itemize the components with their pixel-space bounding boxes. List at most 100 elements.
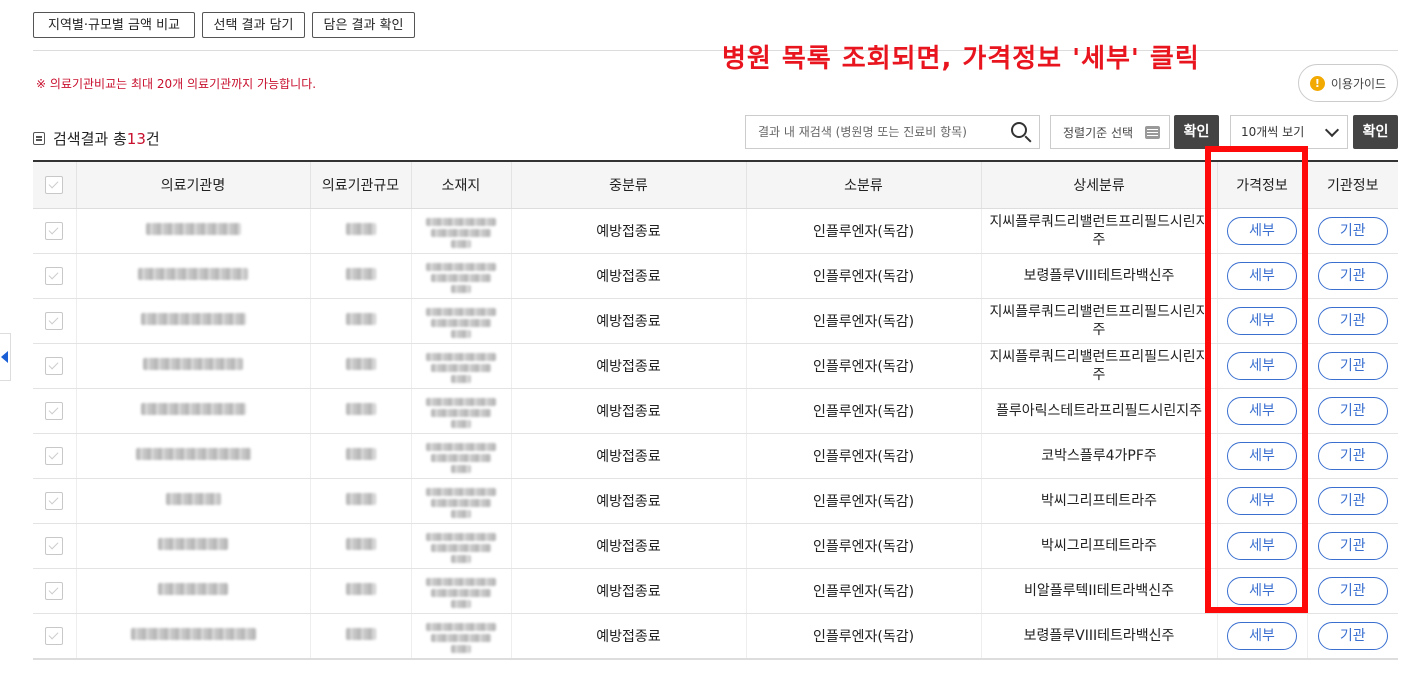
org-info-button[interactable]: 기관 — [1317, 217, 1388, 245]
hospital-size-redacted — [309, 253, 411, 299]
redacted-text — [345, 448, 376, 460]
row-checkbox[interactable] — [45, 627, 64, 645]
redacted-text — [145, 223, 241, 235]
row-checkbox[interactable] — [45, 312, 64, 330]
table-row: 예방접종료 인플루엔자(독감) 비알플루텍II테트라백신주 세부 기관 — [33, 568, 1398, 614]
price-detail-button[interactable]: 세부 — [1227, 532, 1297, 560]
hospital-name-redacted — [75, 568, 310, 614]
sort-confirm-button[interactable]: 확인 — [1174, 115, 1219, 149]
mid-category-cell: 예방접종료 — [510, 208, 746, 254]
hospital-name-redacted — [75, 478, 310, 524]
org-info-button[interactable]: 기관 — [1317, 307, 1388, 335]
location-redacted — [410, 298, 511, 344]
result-summary: 검색결과 총13건 — [33, 128, 160, 149]
location-redacted — [410, 613, 511, 660]
sub-category-cell: 인플루엔자(독감) — [745, 433, 981, 479]
result-prefix: 검색결과 총 — [53, 130, 127, 148]
row-checkbox[interactable] — [45, 357, 64, 375]
price-detail-button[interactable]: 세부 — [1227, 397, 1297, 425]
price-detail-button[interactable]: 세부 — [1227, 352, 1297, 380]
table-row: 예방접종료 인플루엔자(독감) 플루아릭스테트라프리필드시린지주 세부 기관 — [33, 388, 1398, 434]
redacted-text — [140, 403, 246, 415]
row-checkbox[interactable] — [45, 492, 64, 510]
redacted-text — [140, 313, 246, 325]
price-detail-button[interactable]: 세부 — [1227, 262, 1297, 290]
location-redacted — [410, 388, 511, 434]
page-size-confirm-button[interactable]: 확인 — [1353, 115, 1398, 149]
view-saved-button[interactable]: 담은 결과 확인 — [312, 12, 415, 38]
price-detail-button[interactable]: 세부 — [1227, 442, 1297, 470]
price-info-cell: 세부 — [1216, 523, 1307, 569]
redacted-text — [158, 538, 228, 550]
search-box — [745, 115, 1040, 149]
annotation-text: 병원 목록 조회되면, 가격정보 '세부' 클릭 — [722, 44, 1200, 74]
guide-button[interactable]: ! 이용가이드 — [1298, 64, 1398, 102]
hospital-name-redacted — [75, 388, 310, 434]
table-header-row: 의료기관명 의료기관규모 소재지 중분류 소분류 상세분류 가격정보 기관정보 — [33, 160, 1398, 209]
org-info-button[interactable]: 기관 — [1317, 397, 1388, 425]
org-info-button[interactable]: 기관 — [1317, 532, 1388, 560]
detail-category-cell: 지씨플루쿼드리밸런트프리필드시린지주 — [980, 343, 1217, 389]
page-size-select[interactable]: 10개씩 보기 — [1230, 115, 1348, 149]
row-checkbox[interactable] — [45, 267, 64, 285]
search-input[interactable] — [756, 116, 1010, 148]
mid-category-cell: 예방접종료 — [510, 568, 746, 614]
org-info-button[interactable]: 기관 — [1317, 352, 1388, 380]
row-checkbox[interactable] — [45, 447, 64, 465]
price-info-cell: 세부 — [1216, 298, 1307, 344]
price-detail-button[interactable]: 세부 — [1227, 307, 1297, 335]
hospital-name-redacted — [75, 298, 310, 344]
table-row: 예방접종료 인플루엔자(독감) 박씨그리프테트라주 세부 기관 — [33, 478, 1398, 524]
save-selection-button[interactable]: 선택 결과 담기 — [202, 12, 305, 38]
org-info-cell: 기관 — [1306, 478, 1398, 524]
hospital-size-redacted — [309, 478, 411, 524]
search-icon[interactable] — [1011, 122, 1027, 138]
region-compare-button[interactable]: 지역별·규모별 금액 비교 — [33, 12, 195, 38]
row-checkbox[interactable] — [45, 537, 64, 555]
price-info-cell: 세부 — [1216, 433, 1307, 479]
price-detail-button[interactable]: 세부 — [1227, 217, 1297, 245]
redacted-text — [426, 218, 496, 248]
sort-button[interactable]: 정렬기준 선택 — [1050, 115, 1170, 149]
price-detail-button[interactable]: 세부 — [1227, 622, 1297, 650]
org-info-button[interactable]: 기관 — [1317, 262, 1388, 290]
select-all-cell — [33, 160, 76, 209]
row-checkbox[interactable] — [45, 222, 64, 240]
redacted-text — [426, 353, 496, 383]
price-info-cell: 세부 — [1216, 388, 1307, 434]
sub-category-cell: 인플루엔자(독감) — [745, 613, 981, 660]
detail-category-cell: 박씨그리프테트라주 — [980, 523, 1217, 569]
redacted-text — [426, 578, 496, 608]
redacted-text — [165, 493, 221, 505]
row-checkbox[interactable] — [45, 582, 64, 600]
redacted-text — [345, 268, 376, 280]
header-sub-category: 소분류 — [745, 160, 981, 209]
row-select-cell — [33, 433, 76, 479]
org-info-button[interactable]: 기관 — [1317, 577, 1388, 605]
hospital-size-redacted — [309, 343, 411, 389]
row-select-cell — [33, 388, 76, 434]
side-panel-toggle[interactable] — [0, 333, 11, 381]
redacted-text — [345, 493, 376, 505]
row-checkbox[interactable] — [45, 402, 64, 420]
price-info-cell: 세부 — [1216, 613, 1307, 660]
org-info-button[interactable]: 기관 — [1317, 487, 1388, 515]
mid-category-cell: 예방접종료 — [510, 253, 746, 299]
redacted-text — [345, 358, 376, 370]
org-info-button[interactable]: 기관 — [1317, 622, 1388, 650]
notice-text: ※ 의료기관비교는 최대 20개 의료기관까지 가능합니다. — [36, 77, 317, 91]
org-info-button[interactable]: 기관 — [1317, 442, 1388, 470]
org-info-cell: 기관 — [1306, 568, 1398, 614]
price-info-cell: 세부 — [1216, 568, 1307, 614]
header-location: 소재지 — [410, 160, 511, 209]
price-detail-button[interactable]: 세부 — [1227, 577, 1297, 605]
location-redacted — [410, 523, 511, 569]
sub-category-cell: 인플루엔자(독감) — [745, 253, 981, 299]
hospital-size-redacted — [309, 613, 411, 660]
redacted-text — [426, 263, 496, 293]
mid-category-cell: 예방접종료 — [510, 343, 746, 389]
price-detail-button[interactable]: 세부 — [1227, 487, 1297, 515]
table-row: 예방접종료 인플루엔자(독감) 지씨플루쿼드리밸런트프리필드시린지주 세부 기관 — [33, 208, 1398, 254]
hospital-size-redacted — [309, 568, 411, 614]
select-all-checkbox[interactable] — [45, 176, 64, 194]
